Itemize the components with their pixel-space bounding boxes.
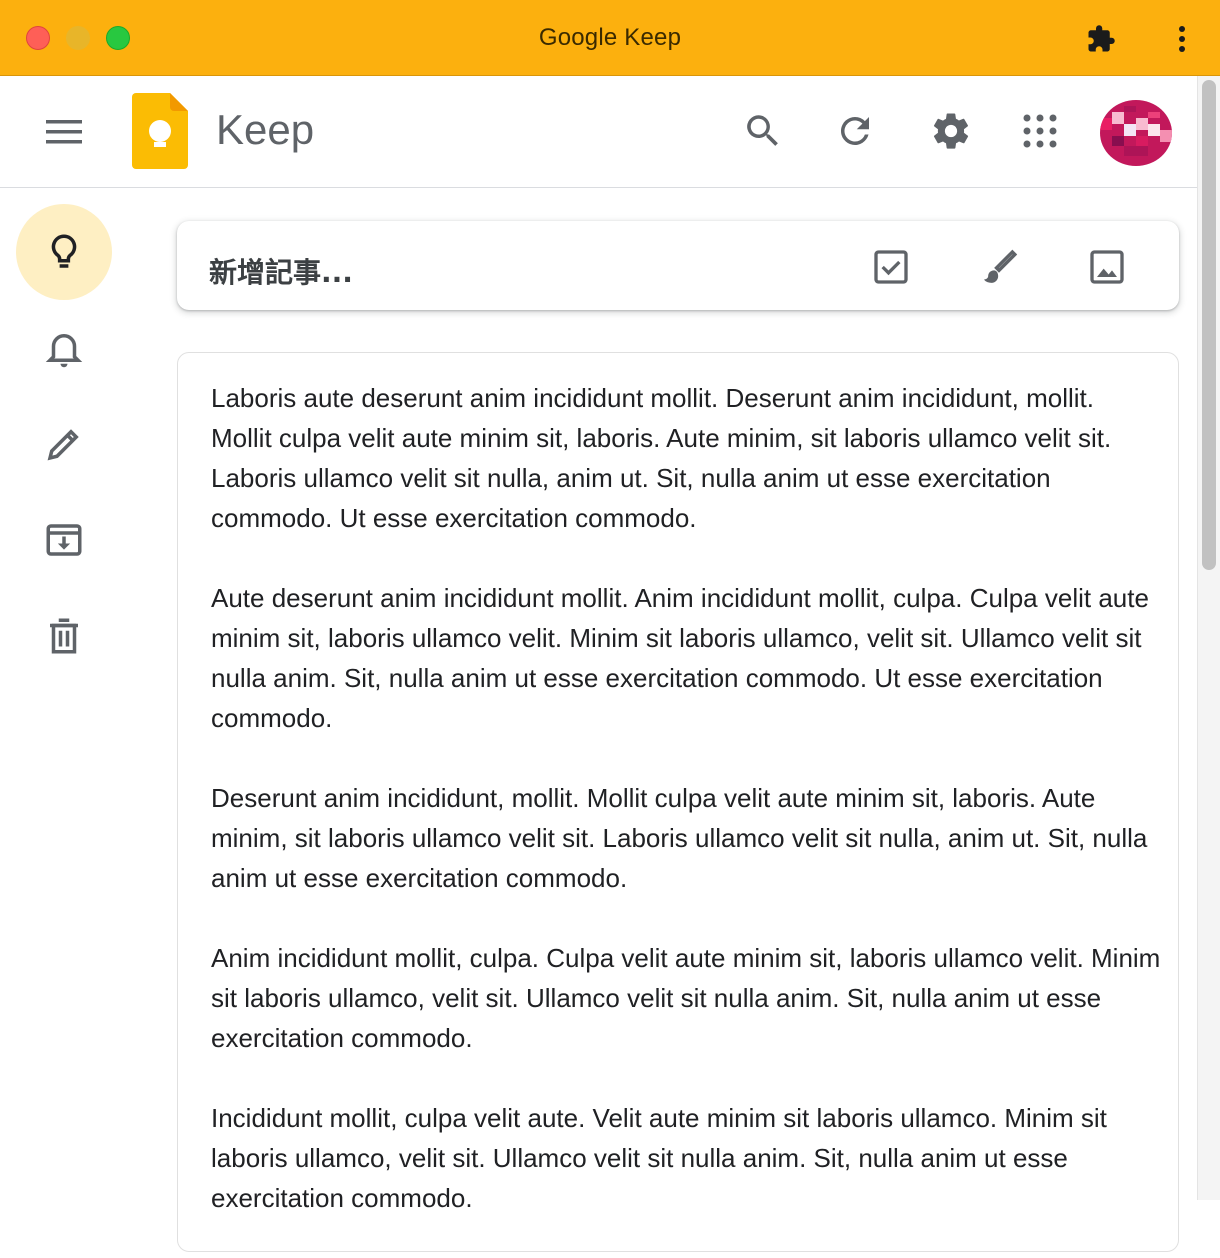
refresh-icon[interactable] (834, 110, 876, 152)
page-scrollbar[interactable] (1197, 76, 1220, 1200)
note-card[interactable]: Laboris aute deserunt anim incididunt mo… (177, 352, 1179, 1252)
nav-item-reminders[interactable] (16, 300, 112, 396)
settings-gear-icon[interactable] (930, 110, 972, 152)
take-note-placeholder[interactable]: 新增記事... (209, 251, 353, 291)
scrollbar-thumb[interactable] (1202, 80, 1216, 570)
product-name[interactable]: Keep (216, 106, 314, 154)
app-header: Keep (0, 76, 1197, 188)
note-paragraph: Anim incididunt mollit, culpa. Culpa vel… (211, 943, 1161, 1053)
nav-item-notes[interactable] (16, 204, 112, 300)
checkbox-icon[interactable] (871, 247, 911, 287)
note-paragraph: Incididunt mollit, culpa velit aute. Vel… (211, 1103, 1107, 1213)
nav-item-edit-labels[interactable] (16, 396, 112, 492)
note-paragraph: Aute deserunt anim incididunt mollit. An… (211, 583, 1149, 733)
apps-grid-icon[interactable] (1019, 110, 1061, 152)
search-icon[interactable] (742, 110, 784, 152)
nav-item-trash[interactable] (16, 588, 112, 684)
more-vert-icon[interactable] (1170, 22, 1194, 56)
brush-icon[interactable] (979, 247, 1019, 287)
menu-icon[interactable] (40, 112, 88, 152)
nav-item-archive[interactable] (16, 492, 112, 588)
trash-icon (50, 618, 78, 654)
note-body[interactable]: Laboris aute deserunt anim incididunt mo… (211, 378, 1161, 1258)
window-titlebar: Google Keep (0, 0, 1220, 76)
pencil-icon (47, 429, 79, 461)
note-paragraph: Laboris aute deserunt anim incididunt mo… (211, 383, 1112, 533)
note-paragraph: Deserunt anim incididunt, mollit. Mollit… (211, 783, 1148, 893)
extension-puzzle-icon[interactable] (1086, 24, 1116, 54)
lightbulb-icon (51, 234, 77, 268)
image-icon[interactable] (1087, 247, 1127, 287)
archive-icon (46, 524, 82, 556)
take-note-bar[interactable]: 新增記事... (177, 221, 1179, 310)
bell-icon (45, 334, 83, 368)
window-title: Google Keep (538, 24, 682, 51)
keep-logo-icon[interactable] (132, 93, 188, 169)
avatar[interactable] (1100, 100, 1172, 166)
